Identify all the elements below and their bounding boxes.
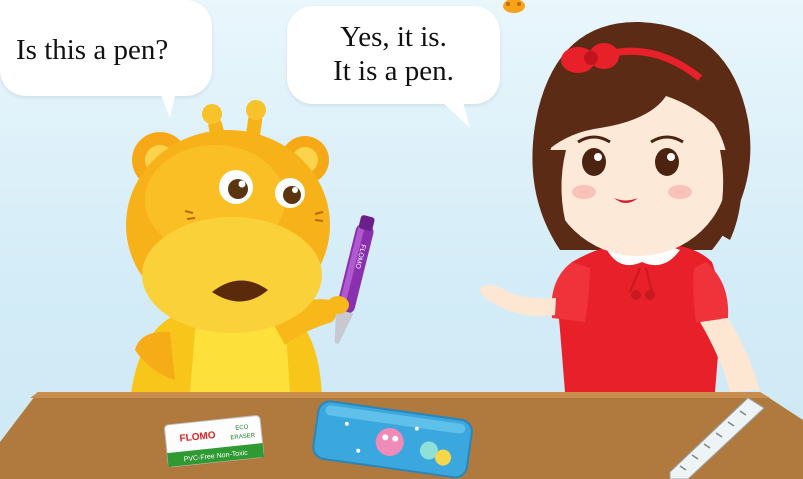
- illustration: FLOMO FLOMO ECO ERASER PVC-Free Non-Toxi…: [0, 0, 803, 479]
- girl-character: [480, 21, 760, 392]
- giraffe-character: [126, 100, 337, 400]
- scene: Is this a pen? Yes, it is. It is a pen.: [0, 0, 803, 479]
- bubble-tail-right: [440, 98, 470, 128]
- top-decoration-icon: [503, 0, 525, 13]
- pen: FLOMO: [334, 215, 375, 344]
- bubble-tail-left: [160, 92, 176, 118]
